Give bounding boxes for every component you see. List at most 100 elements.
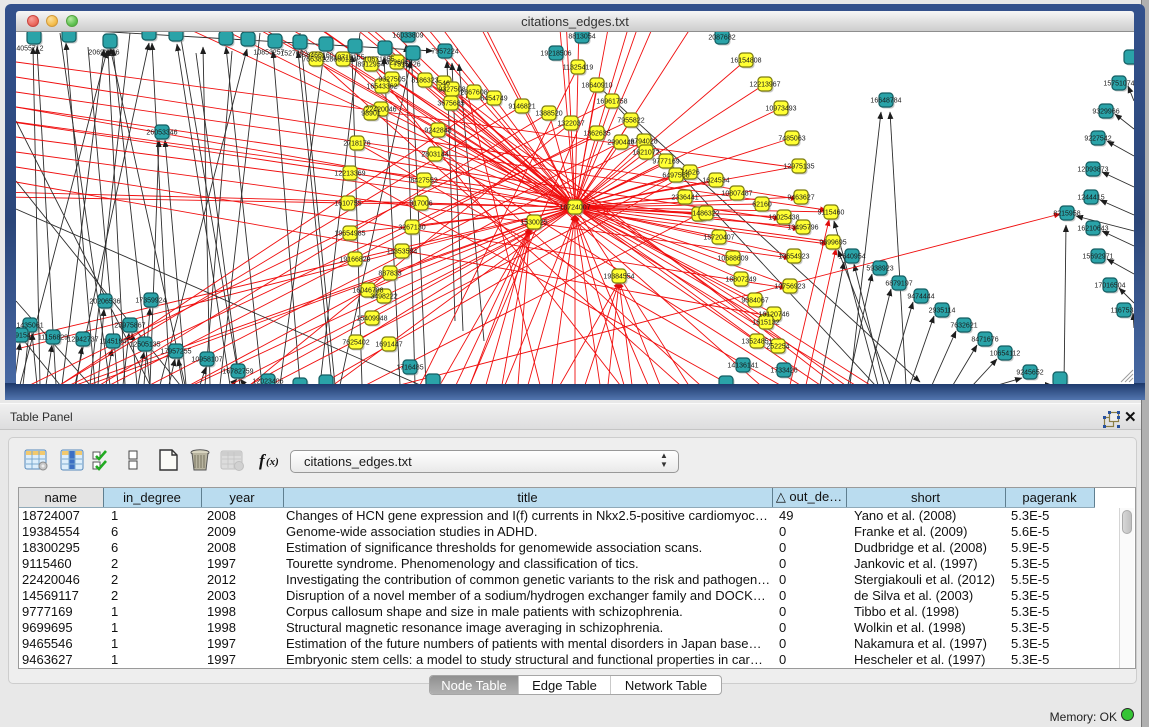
svg-text:10973493: 10973493 xyxy=(765,106,796,113)
svg-text:3498222: 3498222 xyxy=(370,294,397,301)
svg-text:12023406: 12023406 xyxy=(252,379,283,385)
svg-text:7632621: 7632621 xyxy=(950,323,977,330)
svg-text:16648784: 16648784 xyxy=(870,98,901,105)
svg-text:1486322: 1486322 xyxy=(692,211,719,218)
svg-text:1530025: 1530025 xyxy=(520,220,547,227)
svg-text:74626: 74626 xyxy=(680,170,700,177)
svg-text:16961758: 16961758 xyxy=(596,99,627,106)
svg-text:9474444: 9474444 xyxy=(907,294,934,301)
svg-text:14055712: 14055712 xyxy=(16,46,44,53)
svg-text:23226058: 23226058 xyxy=(381,60,412,67)
svg-text:1388520: 1388520 xyxy=(535,111,562,118)
svg-text:12942737: 12942737 xyxy=(67,337,98,344)
svg-text:1621072: 1621072 xyxy=(632,150,659,157)
svg-text:15409948: 15409948 xyxy=(356,316,387,323)
svg-text:10688609: 10688609 xyxy=(717,256,748,263)
svg-text:8215958: 8215958 xyxy=(1053,211,1080,218)
svg-text:(x): (x) xyxy=(266,456,279,468)
svg-text:18807249: 18807249 xyxy=(725,277,756,284)
svg-text:2336441: 2336441 xyxy=(671,195,698,202)
svg-text:18640910: 18640910 xyxy=(581,83,612,90)
svg-text:1640954: 1640954 xyxy=(838,254,865,261)
svg-text:15692971: 15692971 xyxy=(1082,254,1113,261)
svg-text:12975135: 12975135 xyxy=(783,164,814,171)
svg-text:26053346: 26053346 xyxy=(146,130,177,137)
svg-text:2803144: 2803144 xyxy=(421,152,448,159)
svg-text:17016504: 17016504 xyxy=(1094,283,1125,290)
svg-text:2718176: 2718176 xyxy=(343,141,370,148)
svg-text:2935114: 2935114 xyxy=(929,308,956,315)
svg-text:6794028: 6794028 xyxy=(630,139,657,146)
svg-text:16154808: 16154808 xyxy=(730,58,761,65)
svg-text:19218506: 19218506 xyxy=(540,51,571,58)
svg-text:10756923: 10756923 xyxy=(774,284,805,291)
svg-text:9327505: 9327505 xyxy=(378,77,405,84)
svg-text:252254: 252254 xyxy=(766,344,789,351)
svg-text:9146821: 9146821 xyxy=(508,104,535,111)
svg-text:10654112: 10654112 xyxy=(990,351,1021,358)
svg-text:1615132: 1615132 xyxy=(752,320,779,327)
svg-text:9227542: 9227542 xyxy=(1084,136,1111,143)
svg-text:10025438: 10025438 xyxy=(768,215,799,222)
svg-text:11325419: 11325419 xyxy=(563,65,594,72)
svg-text:10807487: 10807487 xyxy=(721,191,752,198)
svg-text:1435061: 1435061 xyxy=(16,323,43,330)
svg-text:16782759: 16782759 xyxy=(222,369,253,376)
svg-text:11156829: 11156829 xyxy=(38,335,68,342)
svg-text:8427552: 8427552 xyxy=(410,178,437,185)
svg-text:13495796: 13495796 xyxy=(787,225,818,232)
svg-text:11353594: 11353594 xyxy=(387,249,418,256)
svg-text:13654923: 13654923 xyxy=(778,254,809,261)
svg-text:12505135: 12505135 xyxy=(129,342,160,349)
svg-text:12213967: 12213967 xyxy=(749,82,780,89)
svg-text:8660124: 8660124 xyxy=(329,57,356,64)
svg-text:1167535: 1167535 xyxy=(1111,308,1134,315)
svg-text:15720407: 15720407 xyxy=(703,235,734,242)
svg-text:887833: 887833 xyxy=(378,271,401,278)
svg-text:1145194: 1145194 xyxy=(100,339,127,346)
svg-text:15751074: 15751074 xyxy=(1103,81,1134,88)
svg-text:3267130: 3267130 xyxy=(398,225,425,232)
svg-text:1610755: 1610755 xyxy=(334,201,361,208)
svg-text:16120746: 16120746 xyxy=(758,312,789,319)
svg-text:20691406: 20691406 xyxy=(88,50,119,57)
svg-text:14136141: 14136141 xyxy=(727,363,758,370)
svg-text:9245652: 9245652 xyxy=(1016,370,1043,377)
svg-text:17359924: 17359924 xyxy=(135,298,166,305)
svg-text:62160: 62160 xyxy=(752,202,772,209)
svg-text:2087682: 2087682 xyxy=(708,35,735,42)
svg-text:9242848: 9242848 xyxy=(424,128,451,135)
svg-text:1716485: 1716485 xyxy=(396,365,423,372)
svg-text:8471676: 8471676 xyxy=(971,337,998,344)
svg-text:20206536: 20206536 xyxy=(89,299,120,306)
svg-text:1244415: 1244415 xyxy=(1077,195,1104,202)
svg-text:7663822: 7663822 xyxy=(302,57,329,64)
svg-text:10958107: 10958107 xyxy=(191,357,222,364)
svg-text:3675685: 3675685 xyxy=(437,101,464,108)
svg-text:6879197: 6879197 xyxy=(885,281,912,288)
svg-text:1691447: 1691447 xyxy=(375,342,402,349)
svg-text:18724007: 18724007 xyxy=(559,205,590,212)
svg-text:7485063: 7485063 xyxy=(778,136,805,143)
svg-text:1624534: 1624534 xyxy=(702,178,729,185)
svg-text:19654985: 19654985 xyxy=(334,231,365,238)
svg-text:9699695: 9699695 xyxy=(819,240,846,247)
svg-text:1362635: 1362635 xyxy=(583,131,610,138)
svg-text:1733426: 1733426 xyxy=(770,368,797,375)
svg-text:17957255: 17957255 xyxy=(160,349,191,356)
svg-text:12093873: 12093873 xyxy=(1077,167,1108,174)
svg-text:9115460: 9115460 xyxy=(818,210,845,217)
svg-text:98901: 98901 xyxy=(361,111,381,118)
svg-text:9777169: 9777169 xyxy=(652,159,679,166)
svg-text:8186323: 8186323 xyxy=(411,78,438,85)
svg-text:7957224: 7957224 xyxy=(431,49,458,56)
svg-text:9463627: 9463627 xyxy=(787,195,814,202)
svg-text:19166829: 19166829 xyxy=(339,257,370,264)
svg-text:23975867: 23975867 xyxy=(114,323,145,330)
svg-text:19384554: 19384554 xyxy=(603,274,634,281)
svg-text:8454749: 8454749 xyxy=(480,96,507,103)
svg-text:16543362: 16543362 xyxy=(366,84,397,91)
svg-text:8813054: 8813054 xyxy=(568,34,595,41)
svg-text:39154: 39154 xyxy=(16,333,31,340)
svg-text:317006: 317006 xyxy=(409,201,432,208)
